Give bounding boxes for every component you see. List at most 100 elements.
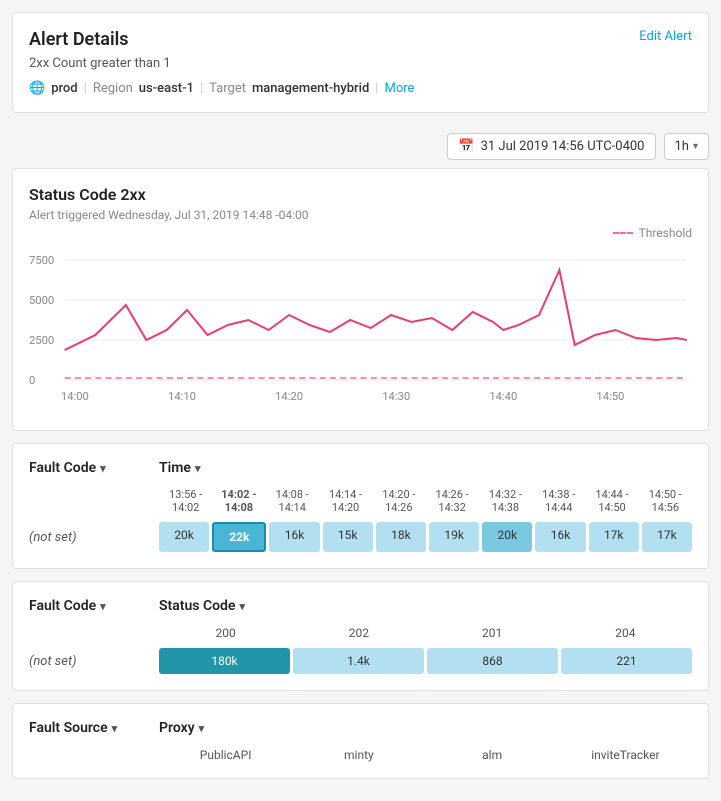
svg-text:14:20: 14:20 <box>275 390 303 403</box>
cell-1[interactable]: 22k <box>212 522 266 552</box>
time-col-5: 14:26 - 14:32 <box>432 488 472 514</box>
status-col-201: 201 <box>426 626 559 640</box>
fault-source-header[interactable]: Fault Source ▾ <box>29 720 159 736</box>
alert-details-card: Alert Details Edit Alert 2xx Count great… <box>12 12 709 113</box>
proxy-cols-labels: PublicAPI minty alm inviteTracker <box>159 748 692 762</box>
time-col-9: 14:50 - 14:56 <box>645 488 685 514</box>
status-cell-0[interactable]: 180k <box>159 648 290 674</box>
time-col-1: 14:02 - 14:08 <box>219 488 259 514</box>
status-cell-2[interactable]: 868 <box>427 648 558 674</box>
fault-code-time-row-label: (not set) <box>29 530 159 545</box>
range-dropdown[interactable]: 1h ▾ <box>664 133 710 160</box>
sep1: | <box>84 81 87 96</box>
cell-5[interactable]: 19k <box>429 522 479 552</box>
status-col-200: 200 <box>159 626 292 640</box>
fault-code-caret-1[interactable]: ▾ <box>100 462 106 475</box>
cell-4[interactable]: 18k <box>376 522 426 552</box>
status-cell-3[interactable]: 221 <box>561 648 692 674</box>
chart-legend: Threshold <box>29 226 692 240</box>
proxy-caret[interactable]: ▾ <box>199 722 205 735</box>
globe-icon: 🌐 <box>29 81 45 96</box>
proxy-col-public: PublicAPI <box>159 748 292 762</box>
cell-0[interactable]: 20k <box>159 522 209 552</box>
chart-title: Status Code 2xx <box>29 185 692 204</box>
empty-spacer <box>29 488 159 514</box>
time-col-3: 14:14 - 14:20 <box>326 488 366 514</box>
svg-text:5000: 5000 <box>29 294 54 307</box>
time-col-8: 14:44 - 14:50 <box>592 488 632 514</box>
status-cells: 180k 1.4k 868 221 <box>159 648 692 674</box>
empty-spacer3 <box>29 748 159 762</box>
cell-7[interactable]: 16k <box>535 522 585 552</box>
proxy-col-minty: minty <box>292 748 425 762</box>
time-col-4: 14:20 - 14:26 <box>379 488 419 514</box>
svg-text:7500: 7500 <box>29 254 54 267</box>
proxy-col-invite: inviteTracker <box>559 748 692 762</box>
status-col-204: 204 <box>559 626 692 640</box>
legend-dash <box>613 232 633 234</box>
time-col-0: 13:56 - 14:02 <box>166 488 206 514</box>
svg-text:2500: 2500 <box>29 334 54 347</box>
fault-code-time-card: Fault Code ▾ Time ▾ 13:56 - 14:02 14:02 … <box>12 443 709 569</box>
fault-source-caret[interactable]: ▾ <box>112 722 118 735</box>
status-col-202: 202 <box>292 626 425 640</box>
time-col-2: 14:08 - 14:14 <box>272 488 312 514</box>
edit-alert-link[interactable]: Edit Alert <box>639 29 692 44</box>
fault-code-status-row-label: (not set) <box>29 654 159 669</box>
fault-code-status-row: (not set) 180k 1.4k 868 221 <box>29 648 692 674</box>
sep2: | <box>200 81 203 96</box>
range-value: 1h <box>675 139 689 154</box>
fault-code-caret-2[interactable]: ▾ <box>100 600 106 613</box>
more-link[interactable]: More <box>384 81 414 96</box>
time-cols-labels: 13:56 - 14:02 14:02 - 14:08 14:08 - 14:1… <box>159 488 692 514</box>
alert-meta: 🌐 prod | Region us-east-1 | Target manag… <box>29 81 692 96</box>
time-col-7: 14:38 - 14:44 <box>539 488 579 514</box>
date-value: 31 Jul 2019 14:56 UTC-0400 <box>481 139 645 154</box>
status-cols-labels: 200 202 201 204 <box>159 626 692 640</box>
proxy-header[interactable]: Proxy ▾ <box>159 720 692 736</box>
empty-spacer2 <box>29 626 159 640</box>
fault-code-header-2[interactable]: Fault Code ▾ <box>29 598 159 614</box>
status-code-header[interactable]: Status Code ▾ <box>159 598 692 614</box>
cell-2[interactable]: 16k <box>269 522 319 552</box>
status-col-headers: 200 202 201 204 <box>29 626 692 640</box>
time-caret[interactable]: ▾ <box>195 462 201 475</box>
alert-env: prod <box>51 81 77 96</box>
proxy-col-headers: PublicAPI minty alm inviteTracker <box>29 748 692 762</box>
calendar-icon: 📅 <box>458 139 474 154</box>
cell-6[interactable]: 20k <box>482 522 532 552</box>
time-header[interactable]: Time ▾ <box>159 460 692 476</box>
range-caret: ▾ <box>693 141 698 152</box>
threshold-label: Threshold <box>639 226 692 240</box>
alert-details-title: Alert Details <box>29 29 129 50</box>
chart-card: Status Code 2xx Alert triggered Wednesda… <box>12 168 709 431</box>
fault-code-time-headers: Fault Code ▾ Time ▾ <box>29 460 692 476</box>
proxy-col-alm: alm <box>426 748 559 762</box>
status-cell-1[interactable]: 1.4k <box>293 648 424 674</box>
target-value: management-hybrid <box>252 81 369 96</box>
time-col-6: 14:32 - 14:38 <box>485 488 525 514</box>
fault-source-proxy-headers: Fault Source ▾ Proxy ▾ <box>29 720 692 736</box>
fault-source-proxy-card: Fault Source ▾ Proxy ▾ PublicAPI minty a… <box>12 703 709 779</box>
svg-text:14:50: 14:50 <box>596 390 624 403</box>
chart-svg: 7500 5000 2500 0 14:00 14:10 14:20 14:30… <box>29 250 692 410</box>
cell-3[interactable]: 15k <box>323 522 373 552</box>
region-label: Region <box>93 81 133 96</box>
cell-9[interactable]: 17k <box>642 522 692 552</box>
time-col-headers: 13:56 - 14:02 14:02 - 14:08 14:08 - 14:1… <box>29 488 692 514</box>
svg-text:0: 0 <box>29 374 35 387</box>
svg-text:14:40: 14:40 <box>489 390 517 403</box>
svg-text:14:30: 14:30 <box>382 390 410 403</box>
fault-code-time-row: (not set) 20k 22k 16k 15k 18k 19k 20k 16… <box>29 522 692 552</box>
cell-8[interactable]: 17k <box>589 522 639 552</box>
svg-text:14:10: 14:10 <box>168 390 196 403</box>
chart-area: 7500 5000 2500 0 14:00 14:10 14:20 14:30… <box>29 250 692 414</box>
fault-code-header-1[interactable]: Fault Code ▾ <box>29 460 159 476</box>
time-cells: 20k 22k 16k 15k 18k 19k 20k 16k 17k 17k <box>159 522 692 552</box>
alert-subtitle: 2xx Count greater than 1 <box>29 56 692 71</box>
status-code-caret[interactable]: ▾ <box>239 600 245 613</box>
region-value: us-east-1 <box>139 81 194 96</box>
fault-code-status-headers: Fault Code ▾ Status Code ▾ <box>29 598 692 614</box>
svg-text:14:00: 14:00 <box>61 390 89 403</box>
datetime-pill[interactable]: 📅 31 Jul 2019 14:56 UTC-0400 <box>447 133 655 160</box>
